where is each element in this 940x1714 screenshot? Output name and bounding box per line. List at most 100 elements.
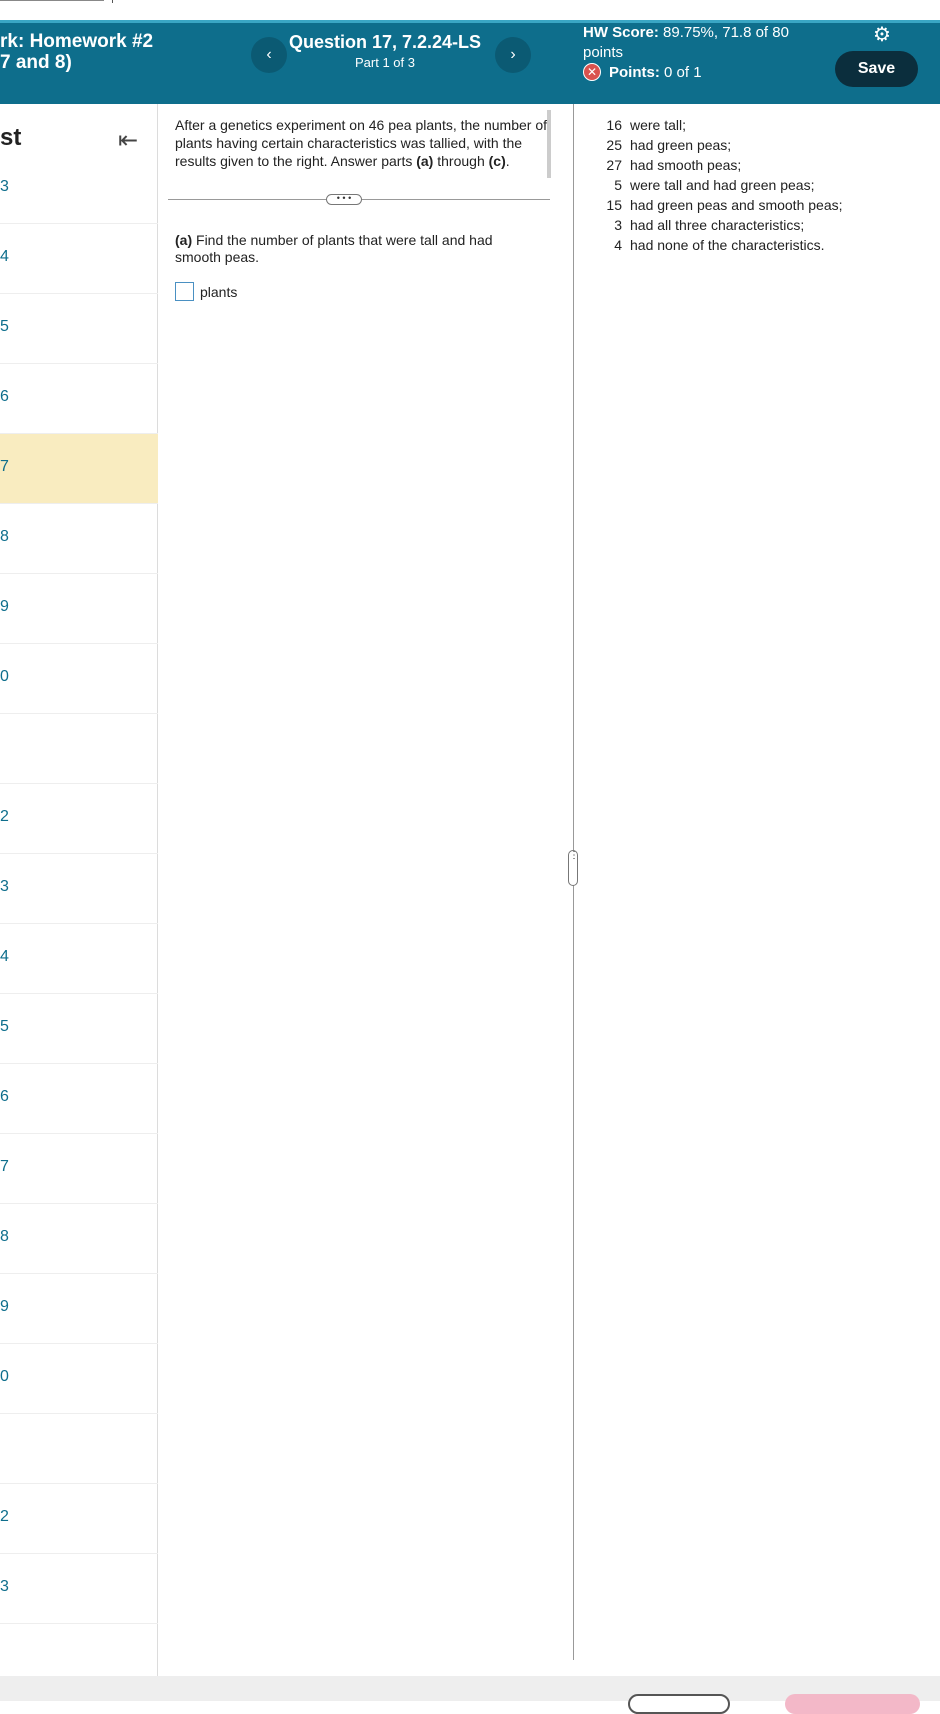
next-question-button[interactable]: › bbox=[495, 37, 531, 73]
answer-input[interactable] bbox=[175, 282, 194, 301]
data-row: 16 were tall; bbox=[600, 115, 843, 135]
hw-score-value: 89.75%, 71.8 of 80 bbox=[663, 24, 789, 41]
sidebar-question-item[interactable]: 3 bbox=[0, 854, 158, 924]
sidebar-question-item[interactable]: 8 bbox=[0, 504, 158, 574]
hw-score: HW Score: 89.75%, 71.8 of 80 points bbox=[583, 23, 813, 63]
top-strip-tick bbox=[112, 0, 113, 3]
data-count: 27 bbox=[606, 157, 622, 173]
sidebar-question-number: 3 bbox=[0, 878, 9, 895]
sidebar-question-item[interactable]: 0 bbox=[0, 1344, 158, 1414]
data-row: 25 had green peas; bbox=[600, 135, 843, 155]
sidebar-question-number: 9 bbox=[0, 1298, 9, 1315]
sidebar-question-item[interactable]: 7 bbox=[0, 434, 158, 504]
sidebar-heading: st bbox=[0, 124, 22, 151]
sidebar-question-item[interactable]: 4 bbox=[0, 224, 158, 294]
data-row: 27 had smooth peas; bbox=[600, 155, 843, 175]
top-strip-line bbox=[0, 0, 104, 1]
data-row: 3 had all three characteristics; bbox=[600, 215, 843, 235]
data-text: were tall; bbox=[630, 117, 687, 133]
part-a-text: Find the number of plants that were tall… bbox=[175, 232, 493, 265]
data-text: had green peas; bbox=[630, 137, 732, 153]
sidebar-question-item[interactable]: 3 bbox=[0, 154, 158, 224]
points-value: 0 of 1 bbox=[664, 63, 702, 81]
data-text: had green peas and smooth peas; bbox=[630, 197, 843, 213]
sidebar-question-number: 3 bbox=[0, 178, 9, 195]
sidebar-question-item[interactable]: 6 bbox=[0, 364, 158, 434]
homework-title-line1: rk: Homework #2 bbox=[0, 31, 154, 52]
sidebar-question-number: 8 bbox=[0, 528, 9, 545]
sidebar-question-item[interactable] bbox=[0, 714, 158, 784]
intro-part-a: (a) bbox=[416, 153, 434, 169]
sidebar-question-item[interactable]: 4 bbox=[0, 924, 158, 994]
data-text: had none of the characteristics. bbox=[630, 237, 825, 253]
data-pane: 16 were tall; 25 had green peas; 27 had smoot… bbox=[600, 115, 843, 255]
sidebar-question-number: 5 bbox=[0, 1018, 9, 1035]
sidebar-question-number: 7 bbox=[0, 458, 9, 475]
sidebar-question-number: 0 bbox=[0, 668, 9, 685]
sidebar-question-number: 4 bbox=[0, 248, 9, 265]
points-label: Points: bbox=[609, 63, 660, 81]
footer-bar bbox=[0, 1676, 940, 1714]
sidebar-question-item[interactable]: 7 bbox=[0, 1134, 158, 1204]
part-a-label: (a) bbox=[175, 232, 193, 248]
sidebar-question-item[interactable]: 5 bbox=[0, 294, 158, 364]
save-button[interactable]: Save bbox=[835, 51, 918, 87]
sidebar-question-item[interactable]: 2 bbox=[0, 1484, 158, 1554]
incorrect-icon: ✕ bbox=[583, 63, 601, 81]
sidebar-question-item[interactable]: 2 bbox=[0, 784, 158, 854]
data-row: 15 had green peas and smooth peas; bbox=[600, 195, 843, 215]
data-count: 15 bbox=[606, 197, 622, 213]
sidebar-question-item[interactable]: 6 bbox=[0, 1064, 158, 1134]
hw-score-label: HW Score: bbox=[583, 24, 659, 41]
data-text: were tall and had green peas; bbox=[630, 177, 815, 193]
data-count: 5 bbox=[614, 177, 622, 193]
data-text: had smooth peas; bbox=[630, 157, 742, 173]
data-count: 3 bbox=[614, 217, 622, 233]
collapse-left-icon[interactable]: ⇤ bbox=[118, 126, 138, 155]
sidebar-question-number: 2 bbox=[0, 1508, 9, 1525]
data-count: 16 bbox=[606, 117, 622, 133]
intro-part-c: (c) bbox=[488, 153, 506, 169]
sidebar-question-number: 2 bbox=[0, 808, 9, 825]
points-status: ✕ Points: 0 of 1 bbox=[583, 63, 702, 81]
sidebar-question-item[interactable] bbox=[0, 1414, 158, 1484]
sidebar-question-number: 9 bbox=[0, 598, 9, 615]
chevron-right-icon: › bbox=[510, 46, 516, 63]
sidebar-question-item[interactable]: 8 bbox=[0, 1204, 158, 1274]
homework-title: rk: Homework #2 7 and 8) bbox=[0, 31, 153, 73]
question-part: Part 1 of 3 bbox=[355, 55, 415, 70]
data-row: 5 were tall and had green peas; bbox=[600, 175, 843, 195]
sidebar-question-number: 6 bbox=[0, 1088, 9, 1105]
question-intro: After a genetics experiment on 46 pea pl… bbox=[175, 117, 548, 169]
sidebar-question-number: 7 bbox=[0, 1158, 9, 1175]
more-icon[interactable]: • • • bbox=[326, 194, 362, 205]
sidebar-question-item[interactable]: 9 bbox=[0, 1274, 158, 1344]
sidebar-question-item[interactable]: 9 bbox=[0, 574, 158, 644]
data-row: 4 had none of the characteristics. bbox=[600, 235, 843, 255]
splitter-grip-icon[interactable]: ⋮ bbox=[568, 850, 579, 886]
sidebar-question-number: 8 bbox=[0, 1228, 9, 1245]
sidebar-question-number: 6 bbox=[0, 388, 9, 405]
sidebar-question-number: 4 bbox=[0, 948, 9, 965]
sidebar-question-number: 5 bbox=[0, 318, 9, 335]
footer-primary-button[interactable] bbox=[785, 1694, 920, 1714]
sidebar-question-item[interactable]: 3 bbox=[0, 1554, 158, 1624]
data-count: 25 bbox=[606, 137, 622, 153]
header-bar: rk: Homework #2 7 and 8) ‹ Question 17, … bbox=[0, 20, 940, 104]
intro-through: through bbox=[437, 153, 485, 169]
top-strip bbox=[0, 0, 940, 20]
part-a-prompt: (a) Find the number of plants that were … bbox=[175, 232, 535, 266]
gear-icon[interactable]: ⚙ bbox=[870, 23, 894, 47]
sidebar-question-item[interactable]: 5 bbox=[0, 994, 158, 1064]
hw-score-unit: points bbox=[583, 44, 624, 61]
question-title: Question 17, 7.2.24-LS bbox=[288, 32, 482, 52]
answer-unit: plants bbox=[200, 283, 238, 300]
homework-title-line2: 7 and 8) bbox=[0, 52, 72, 73]
sidebar-question-item[interactable]: 0 bbox=[0, 644, 158, 714]
sidebar-question-number: 3 bbox=[0, 1578, 9, 1595]
sidebar-question-number: 0 bbox=[0, 1368, 9, 1385]
data-text: had all three characteristics; bbox=[630, 217, 805, 233]
data-count: 4 bbox=[614, 237, 622, 253]
footer-secondary-button[interactable] bbox=[628, 1694, 730, 1714]
question-list-sidebar: st ⇤ 3 4 5 6 7 8 9 0 2 3 4 5 6 7 8 9 0 2 3 bbox=[0, 104, 158, 1676]
